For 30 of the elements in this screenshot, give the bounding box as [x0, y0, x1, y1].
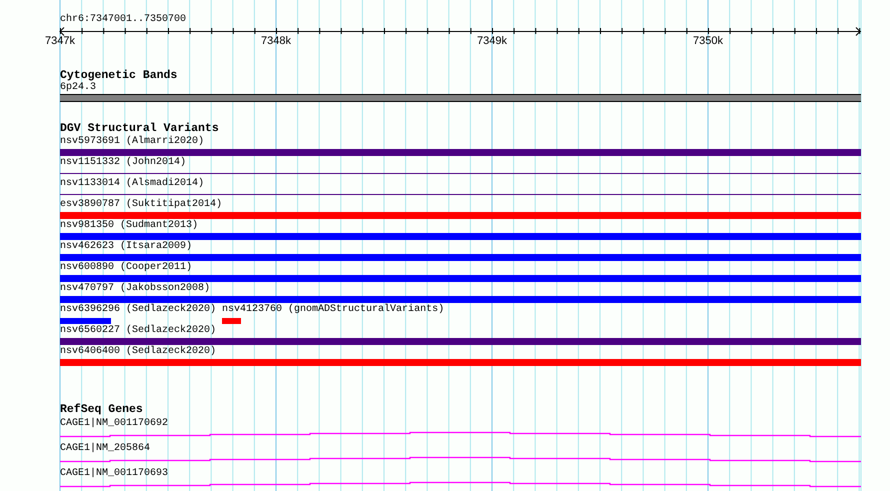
variant-label: nsv981350 (Sudmant2013): [60, 219, 198, 233]
track-title: RefSeq Genes: [60, 403, 143, 416]
variant-label: nsv6406400 (Sedlazeck2020): [60, 345, 216, 359]
ruler-tick-label: 7347k: [45, 35, 75, 48]
variant-label: nsv4123760 (gnomADStructuralVariants): [222, 303, 444, 317]
gene-label: CAGE1|NM_205864: [60, 442, 150, 455]
variant-label: esv3890787 (Suktitipat2014): [60, 198, 222, 212]
band-label: 6p24.3: [60, 82, 96, 94]
variant-label: nsv1151332 (John2014): [60, 156, 186, 170]
gene-label: CAGE1|NM_001170692: [60, 417, 168, 430]
variant-label: nsv1133014 (Alsmadi2014): [60, 177, 204, 191]
variant-label: nsv6396296 (Sedlazeck2020): [60, 303, 216, 317]
variant-label: nsv600890 (Cooper2011): [60, 261, 192, 275]
ruler-tick-label: 7350k: [693, 35, 723, 48]
gene-model-drawing[interactable]: [60, 456, 861, 463]
variant-label: nsv6560227 (Sedlazeck2020): [60, 324, 216, 338]
variant-label: nsv462623 (Itsara2009): [60, 240, 192, 254]
ruler-tick-label: 7348k: [261, 35, 291, 48]
ruler-tick-label: 7349k: [477, 35, 507, 48]
cytoband-bar[interactable]: [60, 94, 861, 102]
variant-label: nsv5973691 (Almarri2020): [60, 135, 204, 149]
gene-label: CAGE1|NM_001170693: [60, 467, 168, 480]
gene-model-drawing[interactable]: [60, 431, 861, 438]
track-title: Cytogenetic Bands: [60, 69, 178, 82]
variant-bar[interactable]: [60, 318, 111, 324]
variant-label: nsv470797 (Jakobsson2008): [60, 282, 210, 296]
variant-bar[interactable]: [222, 318, 242, 324]
gene-model-drawing[interactable]: [60, 481, 861, 488]
track-title: DGV Structural Variants: [60, 122, 219, 135]
location-label: chr6:7347001..7350700: [60, 14, 186, 26]
